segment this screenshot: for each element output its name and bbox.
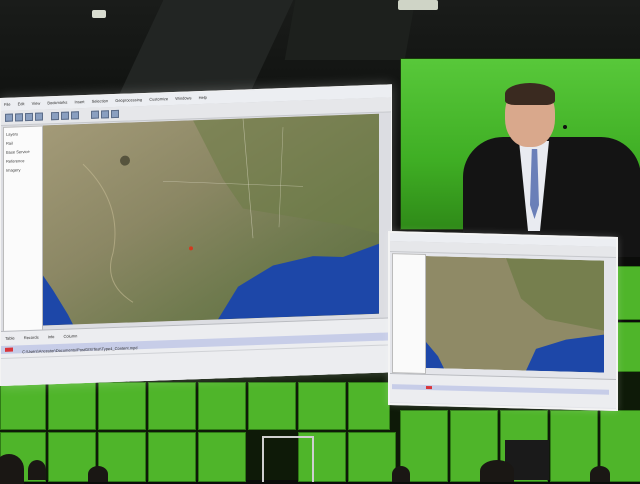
satellite-map[interactable] <box>43 113 379 326</box>
toolbar-button[interactable] <box>35 112 43 121</box>
wall-panel <box>248 382 296 430</box>
wall-panel <box>298 382 346 430</box>
headset-mic <box>563 125 567 129</box>
presenter-video-screen <box>400 58 640 257</box>
toolbar-button[interactable] <box>91 110 99 119</box>
attribute-table-panel <box>390 373 616 408</box>
table-tab[interactable]: Table <box>5 335 15 340</box>
wall-panel <box>148 382 196 430</box>
toolbar-button[interactable] <box>25 112 33 122</box>
toc-item[interactable]: Reference <box>6 158 40 164</box>
menu-item[interactable]: File <box>4 102 10 107</box>
map-image <box>43 113 379 326</box>
presenter-hair <box>505 83 555 105</box>
wall-panel <box>198 382 246 430</box>
toolbar-button[interactable] <box>51 111 59 121</box>
table-of-contents: Layers Rail Base Service Reference Image… <box>3 125 43 339</box>
ceiling-truss <box>284 0 416 60</box>
wall-panel <box>0 382 46 430</box>
wall-panel <box>616 266 640 320</box>
table-of-contents <box>392 253 426 374</box>
main-projection-screen: File Edit View Bookmarks Insert Selectio… <box>0 84 392 386</box>
table-row[interactable] <box>392 384 609 395</box>
ceiling-light <box>92 10 106 18</box>
menu-item[interactable]: Selection <box>92 98 108 104</box>
menu-item[interactable]: Help <box>199 95 207 100</box>
table-tab[interactable]: Column <box>64 333 78 338</box>
wall-panel <box>198 432 246 482</box>
wall-panel <box>348 432 396 482</box>
secondary-projection-screen <box>388 230 618 412</box>
status-swatch <box>426 385 432 390</box>
toolbar-button[interactable] <box>111 109 119 119</box>
menu-item[interactable]: Insert <box>74 99 84 104</box>
ceiling-light <box>398 0 438 10</box>
toc-item[interactable]: Imagery <box>6 167 40 173</box>
menu-item[interactable]: Bookmarks <box>47 100 67 106</box>
menu-item[interactable]: Windows <box>175 95 191 101</box>
wall-panel <box>348 382 390 430</box>
toc-item[interactable]: Base Service <box>6 149 40 155</box>
menu-item[interactable]: Edit <box>18 101 25 106</box>
table-tab[interactable]: Info <box>48 334 55 339</box>
toolbar-button[interactable] <box>61 111 69 120</box>
stage-stairs <box>262 436 314 482</box>
wall-panel <box>98 382 146 430</box>
status-swatch <box>5 347 13 352</box>
satellite-map[interactable] <box>426 255 604 373</box>
table-tab[interactable]: Records <box>24 335 39 341</box>
audience-head <box>480 460 514 482</box>
wall-panel <box>48 382 96 430</box>
toolbar-button[interactable] <box>5 113 13 122</box>
audience-head <box>28 460 46 480</box>
toc-item[interactable]: Rail <box>6 140 40 146</box>
wall-panel <box>148 432 196 482</box>
map-image <box>426 255 604 373</box>
menu-item[interactable]: Geoprocessing <box>115 97 142 103</box>
menu-item[interactable]: Customize <box>149 96 168 102</box>
toolbar-button[interactable] <box>71 111 79 120</box>
menu-item[interactable]: View <box>32 101 41 106</box>
wall-panel <box>616 322 640 372</box>
toc-item[interactable]: Layers <box>6 131 40 136</box>
toolbar-button[interactable] <box>15 113 23 122</box>
toolbar-button[interactable] <box>101 110 109 119</box>
